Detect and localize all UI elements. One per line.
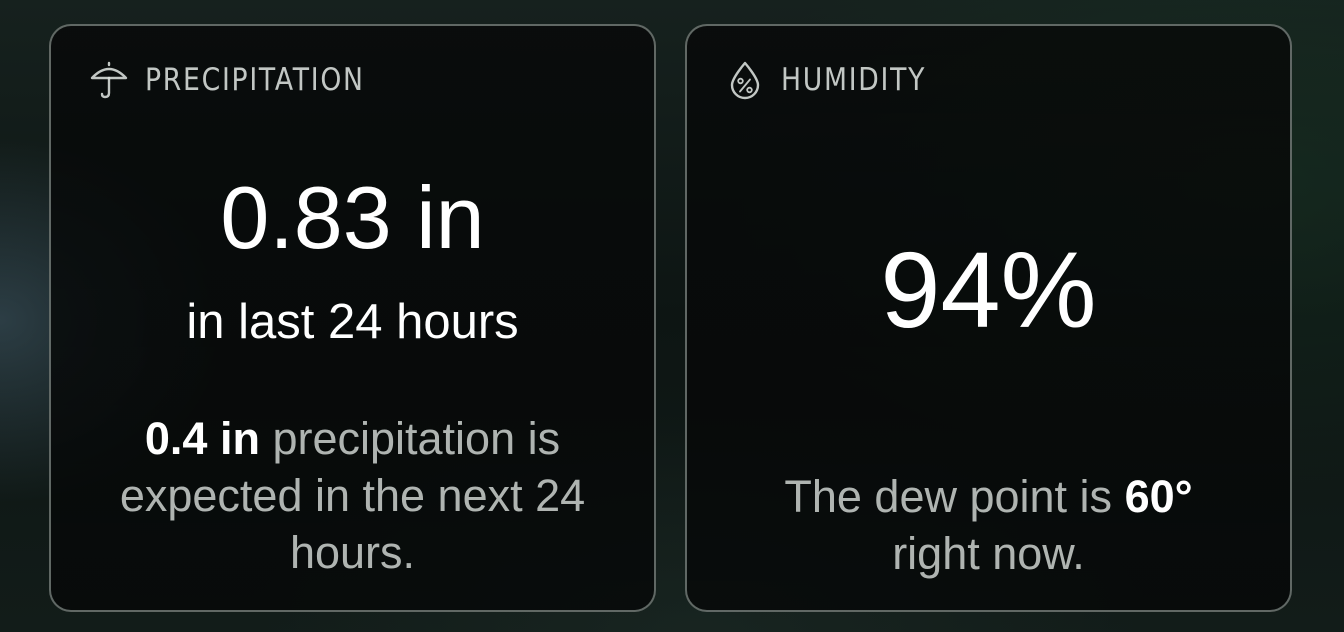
forecast-amount: 0.4 in <box>144 413 260 464</box>
precipitation-card[interactable]: PRECIPITATION 0.83 in in last 24 hours 0… <box>49 24 656 612</box>
humidity-header: HUMIDITY <box>725 60 950 100</box>
precipitation-header: PRECIPITATION <box>89 60 400 100</box>
precipitation-period: in last 24 hours <box>186 295 519 349</box>
humidity-drop-icon <box>725 60 765 100</box>
precipitation-title: PRECIPITATION <box>145 62 365 98</box>
precipitation-value: 0.83 in <box>220 168 485 267</box>
dew-point-value: 60° <box>1124 471 1193 522</box>
humidity-title: HUMIDITY <box>781 62 927 98</box>
umbrella-icon <box>89 60 129 100</box>
dew-point-suffix: right now. <box>892 528 1085 579</box>
humidity-card[interactable]: HUMIDITY 94% The dew point is 60° right … <box>685 24 1292 612</box>
humidity-value: 94% <box>880 229 1097 350</box>
dew-point-text: The dew point is 60° right now. <box>717 468 1260 582</box>
dew-point-prefix: The dew point is <box>784 471 1125 522</box>
precipitation-forecast: 0.4 in precipitation is expected in the … <box>81 410 624 581</box>
